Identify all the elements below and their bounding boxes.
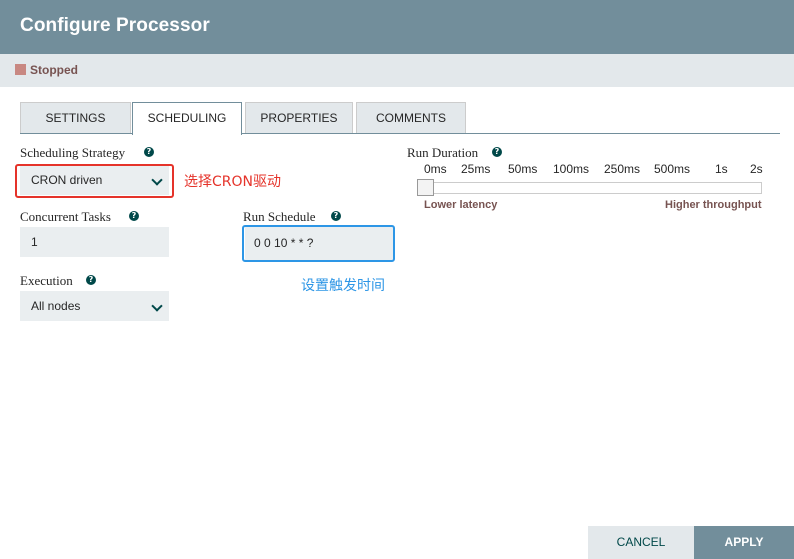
run-duration-tick: 50ms: [508, 162, 538, 176]
run-duration-tick: 1s: [715, 162, 728, 176]
annotation-strategy: 选择CRON驱动: [184, 174, 281, 190]
apply-button[interactable]: APPLY: [694, 526, 794, 559]
execution-value: All nodes: [31, 299, 81, 313]
run-duration-tick: 2s: [750, 162, 763, 176]
tab-settings[interactable]: SETTINGS: [20, 102, 131, 134]
execution-select[interactable]: All nodes: [20, 291, 169, 321]
chevron-down-icon: [151, 300, 163, 312]
run-duration-slider-track[interactable]: [417, 182, 762, 194]
annotation-highlight-strategy: [15, 164, 174, 198]
stopped-icon: [15, 64, 26, 75]
run-duration-tick: 500ms: [654, 162, 691, 176]
higher-throughput-label: Higher throughput: [665, 199, 762, 211]
tab-scheduling[interactable]: SCHEDULING: [132, 102, 242, 135]
annotation-schedule: 设置触发时间: [301, 278, 385, 294]
help-icon[interactable]: ?: [331, 211, 341, 221]
help-icon[interactable]: ?: [86, 275, 96, 285]
dialog-title: Configure Processor: [20, 15, 210, 36]
concurrent-tasks-input[interactable]: 1: [20, 227, 169, 257]
lower-latency-label: Lower latency: [424, 199, 498, 211]
help-icon[interactable]: ?: [144, 147, 154, 157]
run-duration-label: Run Duration: [407, 145, 479, 160]
help-icon[interactable]: ?: [492, 147, 502, 157]
tab-comments[interactable]: COMMENTS: [356, 102, 466, 134]
status-bar: [0, 54, 794, 87]
run-duration-tick: 250ms: [604, 162, 641, 176]
run-duration-tick: 25ms: [461, 162, 491, 176]
scheduling-strategy-label: Scheduling Strategy: [20, 145, 126, 160]
run-duration-tick: 100ms: [553, 162, 590, 176]
annotation-highlight-schedule: [242, 225, 395, 262]
dialog-header: Configure Processor: [0, 0, 794, 54]
concurrent-tasks-value: 1: [31, 235, 38, 249]
concurrent-tasks-label: Concurrent Tasks: [20, 209, 111, 224]
cancel-button[interactable]: CANCEL: [588, 526, 694, 559]
run-duration-slider-handle[interactable]: [417, 179, 434, 196]
run-duration-tick: 0ms: [424, 162, 447, 176]
help-icon[interactable]: ?: [129, 211, 139, 221]
status-text: Stopped: [30, 63, 78, 77]
tab-properties[interactable]: PROPERTIES: [245, 102, 353, 134]
run-schedule-label: Run Schedule: [243, 209, 316, 224]
execution-label: Execution: [20, 273, 73, 288]
